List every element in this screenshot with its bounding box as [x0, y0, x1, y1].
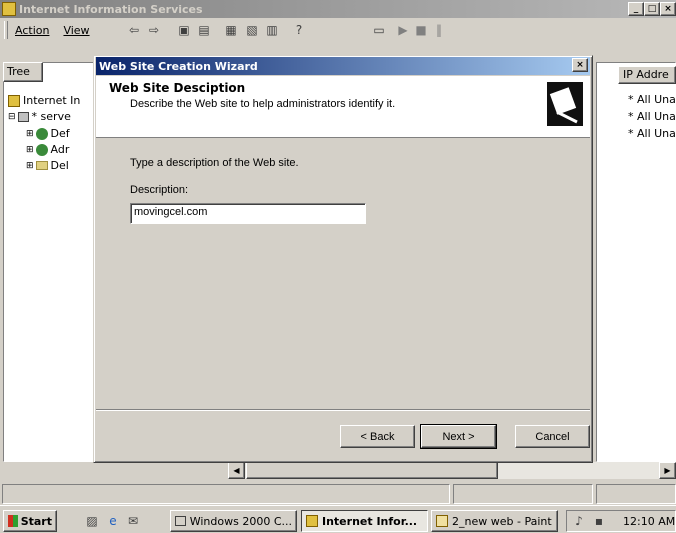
column-header-ip[interactable]: IP Addre — [618, 66, 676, 84]
refresh-icon[interactable]: ▥ — [263, 22, 281, 38]
tree-item-default[interactable]: ⊞ Def — [26, 127, 70, 140]
close-button[interactable]: × — [660, 2, 676, 16]
task-iis[interactable]: Internet Infor... — [301, 510, 428, 532]
tree-item-del[interactable]: ⊞ Del — [26, 159, 69, 172]
start-button[interactable]: Start — [3, 510, 57, 532]
properties-icon[interactable]: ▧ — [243, 22, 261, 38]
forward-icon[interactable]: ⇨ — [145, 22, 163, 38]
collapse-icon: ⊟ — [8, 111, 16, 122]
play-icon[interactable]: ▶ — [394, 22, 412, 38]
status-cell-2 — [453, 484, 593, 504]
tree-item-label: * serve — [31, 110, 71, 123]
minimize-button[interactable]: _ — [628, 2, 644, 16]
task-label: Internet Infor... — [322, 514, 418, 528]
tree-item-iis[interactable]: Internet In — [8, 94, 80, 107]
show-hide-icon[interactable]: ▤ — [195, 22, 213, 38]
wizard-header-title: Web Site Desciption — [109, 81, 246, 95]
wizard-divider — [96, 409, 590, 411]
task-label: Windows 2000 C... — [189, 514, 292, 528]
list-item[interactable]: * All Una — [628, 93, 676, 106]
clock[interactable]: 12:10 AM — [623, 515, 675, 528]
expand-icon: ⊞ — [26, 128, 34, 139]
computer-icon[interactable]: ▭ — [370, 22, 388, 38]
window-icon — [175, 516, 186, 526]
globe-icon — [35, 127, 48, 140]
pause-icon[interactable]: ‖ — [430, 22, 448, 38]
wizard-instruction: Type a description of the Web site. — [130, 157, 299, 169]
tree-item-label: Def — [50, 127, 70, 140]
status-cell-main — [2, 484, 450, 504]
tree-item-admin[interactable]: ⊞ Adr — [26, 143, 69, 156]
iis-icon — [306, 515, 318, 527]
task-paint[interactable]: 2_new web - Paint — [431, 510, 558, 532]
network-icon[interactable]: ▪ — [590, 513, 608, 529]
wizard-close-button[interactable]: × — [572, 58, 588, 72]
menu-bar: Action View — [0, 19, 676, 41]
iis-icon — [8, 94, 20, 107]
maximize-button[interactable]: □ — [644, 2, 660, 16]
folder-icon — [35, 161, 48, 170]
tree-item-label: Internet In — [23, 94, 81, 107]
wizard-header-subtitle: Describe the Web site to help administra… — [130, 98, 396, 110]
expand-icon: ⊞ — [26, 160, 34, 171]
volume-icon[interactable]: ♪ — [570, 513, 588, 529]
wizard-book-icon — [547, 82, 583, 126]
menu-action[interactable]: Action — [8, 24, 56, 37]
scroll-left-icon[interactable]: ◀ — [228, 462, 245, 479]
task-label: 2_new web - Paint — [452, 514, 552, 528]
description-label: Description: — [130, 184, 189, 196]
horizontal-scrollbar[interactable]: ◀ ▶ — [228, 462, 676, 479]
tree-item-server[interactable]: ⊟ * serve — [8, 110, 71, 123]
task-windows-2000[interactable]: Windows 2000 C... — [170, 510, 297, 532]
main-title-bar[interactable]: Internet Information Services — [0, 0, 676, 18]
next-button[interactable]: Next > — [420, 424, 497, 449]
list-item[interactable]: * All Una — [628, 110, 676, 123]
up-icon[interactable]: ▣ — [175, 22, 193, 38]
server-icon — [17, 111, 29, 122]
export-icon[interactable]: ▦ — [222, 22, 240, 38]
main-window-title: Internet Information Services — [19, 2, 203, 16]
wizard-title: Web Site Creation Wizard — [99, 59, 258, 73]
status-cell-3 — [596, 484, 676, 504]
outlook-icon[interactable]: ✉ — [124, 513, 142, 529]
windows-logo-icon — [8, 515, 18, 527]
scroll-right-icon[interactable]: ▶ — [659, 462, 676, 479]
tree-item-label: Adr — [50, 143, 70, 156]
cancel-button[interactable]: Cancel — [515, 425, 590, 448]
scroll-thumb[interactable] — [246, 462, 498, 479]
paint-icon — [436, 515, 448, 527]
ie-icon[interactable]: e — [104, 513, 122, 529]
description-input[interactable]: movingcel.com — [130, 203, 366, 224]
back-button[interactable]: < Back — [340, 425, 415, 448]
globe-icon — [35, 143, 48, 156]
iis-app-icon — [2, 2, 16, 16]
tree-item-label: Del — [50, 159, 69, 172]
back-icon[interactable]: ⇦ — [125, 22, 143, 38]
list-item[interactable]: * All Una — [628, 127, 676, 140]
tree-tab[interactable]: Tree — [3, 62, 43, 82]
stop-icon[interactable]: ■ — [412, 22, 430, 38]
wizard-title-bar[interactable]: Web Site Creation Wizard — [96, 57, 590, 75]
menu-view[interactable]: View — [56, 24, 96, 37]
start-label: Start — [20, 514, 52, 528]
show-desktop-icon[interactable]: ▨ — [83, 513, 101, 529]
help-icon[interactable]: ? — [290, 22, 308, 38]
expand-icon: ⊞ — [26, 144, 34, 155]
